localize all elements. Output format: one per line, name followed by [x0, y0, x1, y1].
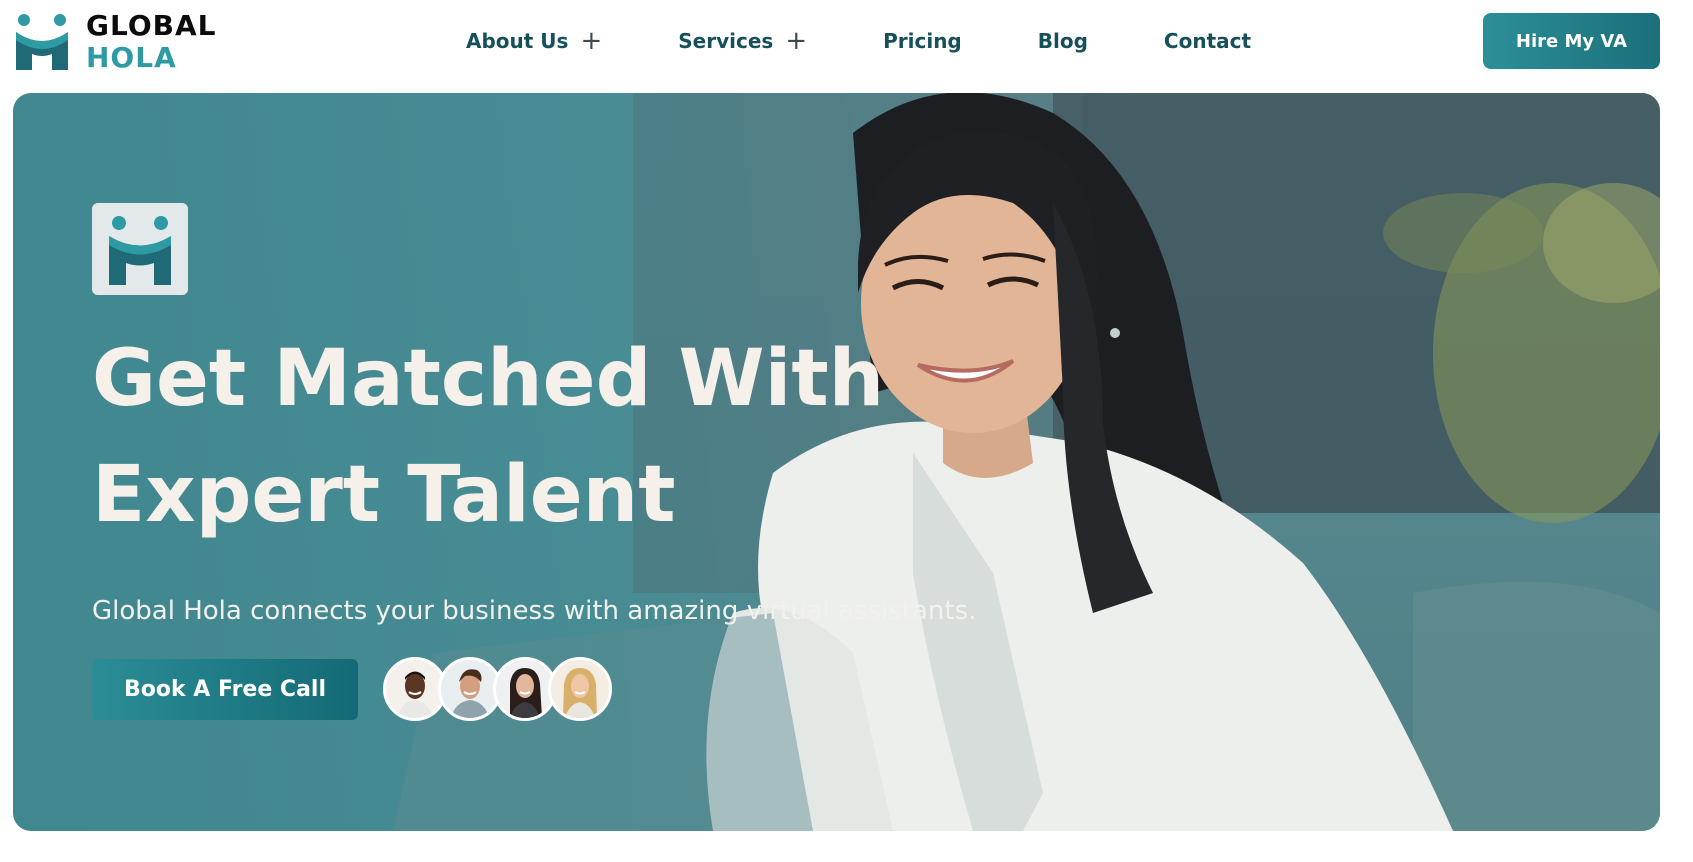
person-avatar-icon [386, 660, 444, 718]
hero-title-line-2: Expert Talent [92, 450, 676, 540]
nav-item-label: About Us [466, 29, 569, 53]
plus-icon[interactable]: + [580, 28, 602, 54]
site-header: GLOBAL HOLA About Us + Services + Pricin… [0, 0, 1693, 92]
hero-subtitle: Global Hola connects your business with … [92, 596, 977, 626]
hero-title: Get Matched With Expert Talent [92, 321, 992, 553]
person-avatar-icon [496, 660, 554, 718]
global-hola-logo[interactable]: GLOBAL HOLA [16, 10, 216, 74]
nav-item-contact[interactable]: Contact [1164, 29, 1251, 53]
avatar-woman-blonde [548, 657, 612, 721]
hire-my-va-button[interactable]: Hire My VA [1483, 13, 1660, 69]
nav-item-about-us[interactable]: About Us + [466, 28, 602, 54]
hero-title-line-1: Get Matched With [92, 334, 885, 424]
nav-item-label: Services [678, 29, 774, 53]
global-hola-badge-icon [92, 203, 188, 295]
plus-icon[interactable]: + [785, 28, 807, 54]
person-avatar-icon [441, 660, 499, 718]
logo-text-global: GLOBAL [86, 9, 217, 42]
nav-item-services[interactable]: Services + [678, 28, 807, 54]
nav-item-pricing[interactable]: Pricing [883, 29, 962, 53]
person-avatar-icon [551, 660, 609, 718]
logo-text-hola: HOLA [86, 41, 177, 74]
nav-item-blog[interactable]: Blog [1038, 29, 1088, 53]
global-hola-logo-icon [16, 14, 68, 70]
logo-wordmark: GLOBAL HOLA [86, 10, 216, 74]
talent-avatar-group [383, 657, 612, 721]
hero-banner: Get Matched With Expert Talent Global Ho… [13, 93, 1660, 831]
book-free-call-button[interactable]: Book A Free Call [92, 659, 358, 720]
main-nav: About Us + Services + Pricing Blog Conta… [466, 26, 1327, 56]
